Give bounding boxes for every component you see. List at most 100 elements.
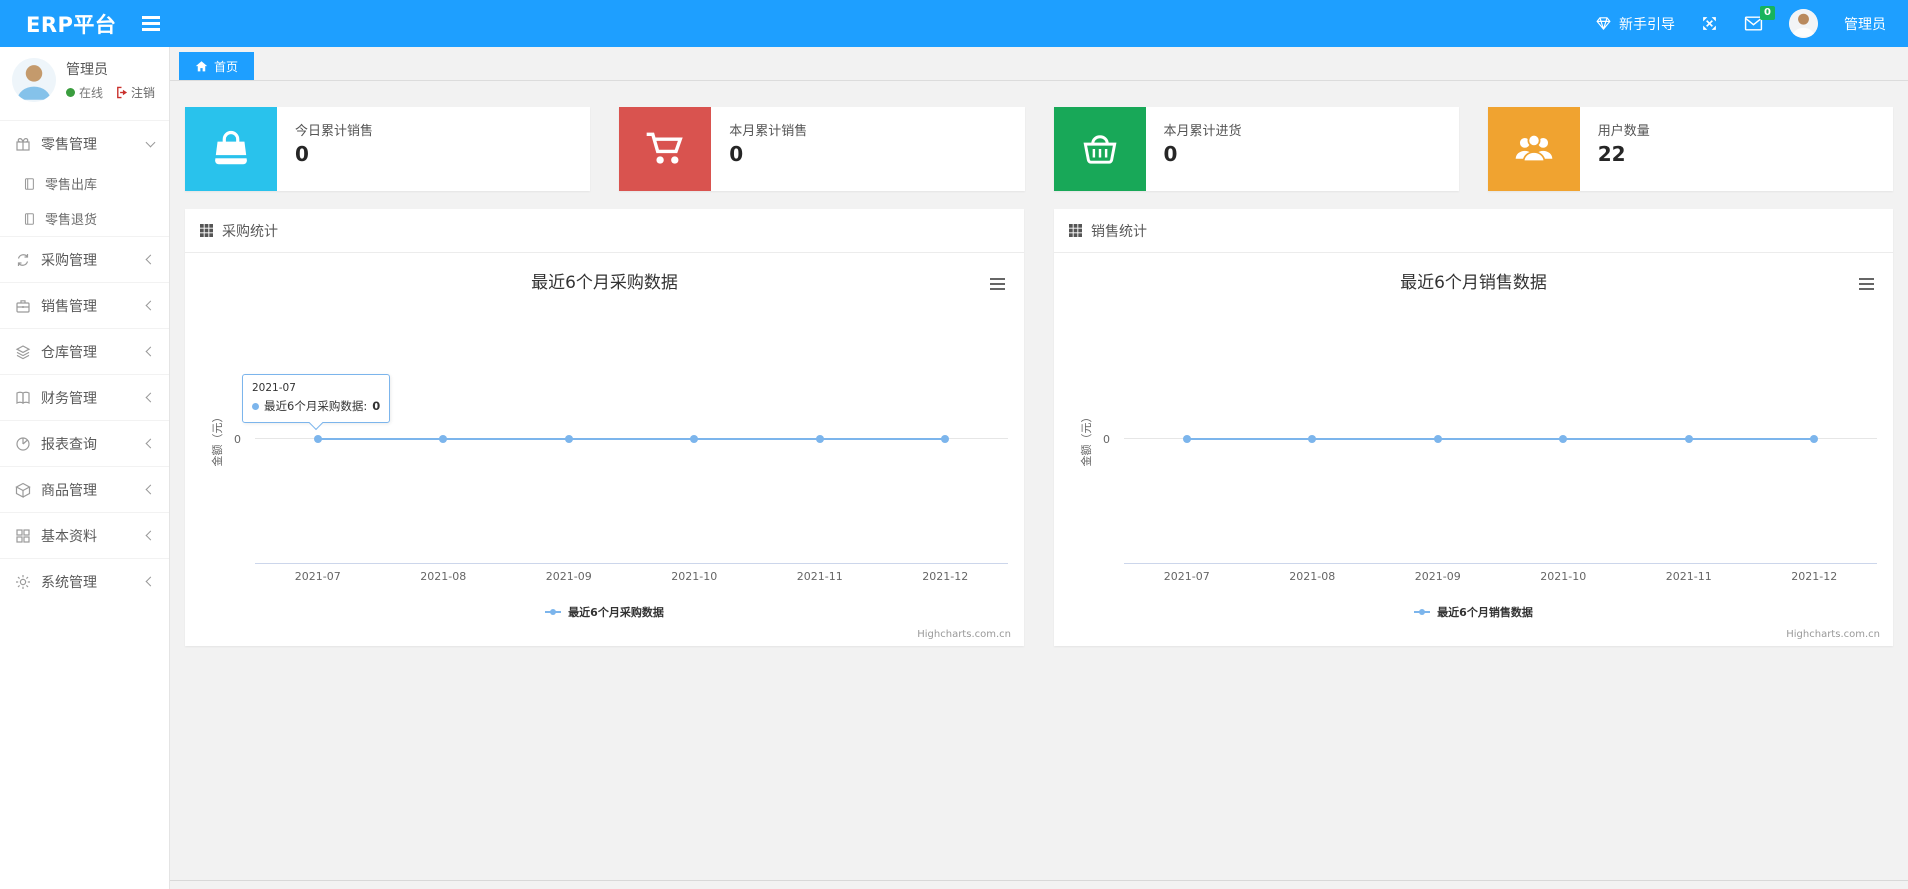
- chevron-left-icon: [145, 300, 156, 311]
- x-axis-label: 2021-09: [1414, 570, 1461, 583]
- data-point[interactable]: [313, 435, 322, 443]
- navbar-username[interactable]: 管理员: [1844, 14, 1886, 34]
- sidebar-item-reports[interactable]: 报表查询: [0, 420, 169, 466]
- stat-label: 本月累计销售: [729, 124, 808, 139]
- highcharts-credit[interactable]: Highcharts.com.cn: [917, 629, 1011, 640]
- logout-button[interactable]: 注销: [115, 84, 155, 101]
- guide-button[interactable]: 新手引导: [1595, 14, 1675, 34]
- sidebar-item-warehouse[interactable]: 仓库管理: [0, 328, 169, 374]
- data-point[interactable]: [564, 435, 573, 443]
- messages-button[interactable]: 0: [1744, 6, 1775, 32]
- sidebar-item-label: 财务管理: [41, 390, 97, 407]
- stat-card-month-purchase: 本月累计进货 0: [1053, 107, 1459, 191]
- series-row: [1124, 435, 1877, 443]
- sidebar-item-label: 仓库管理: [41, 344, 97, 361]
- fullscreen-icon: [1703, 17, 1716, 30]
- chevron-left-icon: [145, 254, 156, 265]
- stat-icon-block: [1487, 107, 1580, 191]
- data-point[interactable]: [1182, 435, 1191, 443]
- chevron-left-icon: [145, 346, 156, 357]
- sidebar-item-retail-out[interactable]: 零售出库: [0, 166, 169, 201]
- shopping-bag-icon: [215, 130, 247, 165]
- sidebar-item-label: 基本资料: [41, 528, 97, 545]
- x-axis-label: 2021-08: [420, 570, 467, 583]
- sidebar-item-retail[interactable]: 零售管理: [0, 120, 169, 166]
- sidebar-item-label: 系统管理: [41, 574, 97, 591]
- sign-out-icon: [117, 86, 128, 99]
- data-point[interactable]: [439, 435, 448, 443]
- book-icon: [15, 390, 31, 406]
- legend-line-marker: [545, 609, 562, 615]
- legend-item[interactable]: 最近6个月销售数据: [1054, 604, 1893, 620]
- cart-icon: [646, 132, 683, 164]
- chart-context-menu-button[interactable]: [1854, 273, 1878, 295]
- panel-header: 销售统计: [1054, 209, 1893, 253]
- sidebar-toggle-icon[interactable]: [142, 13, 161, 34]
- dashboard-content: 今日累计销售 0 本月累计销售 0 本月累计进货 0 用户数量 22 采购统计 …: [170, 81, 1908, 646]
- chart-tooltip: 2021-07 最近6个月采购数据: 0: [242, 374, 391, 431]
- chart-title: 最近6个月采购数据: [531, 273, 678, 293]
- notebook-icon: [22, 177, 36, 191]
- data-point[interactable]: [1308, 435, 1317, 443]
- chevron-left-icon: [145, 392, 156, 403]
- stat-value: 0: [1163, 142, 1178, 166]
- chart-context-menu-button[interactable]: [985, 273, 1009, 295]
- main-area: 首页 今日累计销售 0 本月累计销售 0 本月累计进货 0 用户数量 22 采购…: [170, 47, 1908, 889]
- gem-icon: [1595, 15, 1612, 32]
- tooltip-series-bullet: [252, 402, 259, 410]
- tab-strip: 首页: [170, 47, 1908, 81]
- app-brand: ERP平台: [26, 12, 117, 37]
- sidebar-menu: 零售管理 零售出库 零售退货 采购管理 销售管理 仓库管理 财务管理 报表查询 …: [0, 120, 169, 604]
- x-axis-labels: 2021-07 2021-08 2021-09 2021-10 2021-11 …: [255, 570, 1008, 583]
- sidebar-item-retail-return[interactable]: 零售退货: [0, 201, 169, 236]
- panel-title: 采购统计: [222, 223, 278, 240]
- tooltip-arrow: [308, 415, 324, 431]
- x-axis-label: 2021-10: [671, 570, 718, 583]
- purchase-chart-panel: 采购统计 最近6个月采购数据 金额（元） 0 2021-07 最近6个月采购数据…: [185, 209, 1024, 646]
- gift-icon: [15, 136, 31, 152]
- sidebar-item-goods[interactable]: 商品管理: [0, 466, 169, 512]
- sidebar-item-finance[interactable]: 财务管理: [0, 374, 169, 420]
- x-axis-labels: 2021-07 2021-08 2021-09 2021-10 2021-11 …: [1124, 570, 1877, 583]
- stat-card-today-sales: 今日累计销售 0: [185, 107, 591, 191]
- chart-title: 最近6个月销售数据: [1400, 273, 1547, 293]
- online-status-label: 在线: [79, 86, 104, 100]
- tab-home-label: 首页: [214, 59, 239, 74]
- sidebar-item-sales[interactable]: 销售管理: [0, 282, 169, 328]
- data-point[interactable]: [1433, 435, 1442, 443]
- sidebar-item-purchase[interactable]: 采购管理: [0, 236, 169, 282]
- data-point[interactable]: [1559, 435, 1568, 443]
- sidebar: 管理员 在线 注销 零售管理 零售出库 零售退货 采购管理 销售管理 仓库管理 …: [0, 47, 170, 889]
- online-status-icon: [66, 88, 75, 97]
- tab-home[interactable]: 首页: [179, 52, 255, 80]
- highcharts-credit[interactable]: Highcharts.com.cn: [1786, 629, 1880, 640]
- legend-line-marker: [1414, 609, 1431, 615]
- stat-label: 本月累计进货: [1163, 124, 1242, 139]
- tooltip-value: 0: [372, 399, 381, 413]
- pie-chart-icon: [15, 436, 31, 452]
- sales-chart-panel: 销售统计 最近6个月销售数据 金额（元） 0 2021-07 2021-08 2…: [1054, 209, 1893, 646]
- guide-label: 新手引导: [1619, 16, 1675, 33]
- stat-value: 0: [729, 142, 744, 166]
- x-axis-label: 2021-07: [294, 570, 341, 583]
- y-tick-label: 0: [1103, 433, 1110, 446]
- navbar-avatar[interactable]: [1789, 9, 1818, 38]
- data-point[interactable]: [1684, 435, 1693, 443]
- sidebar-item-label: 销售管理: [41, 298, 97, 315]
- x-axis-label: 2021-07: [1163, 570, 1210, 583]
- sales-chart: 最近6个月销售数据 金额（元） 0 2021-07 2021-08 2021-0…: [1054, 253, 1893, 645]
- sidebar-item-basic-data[interactable]: 基本资料: [0, 512, 169, 558]
- x-axis-label: 2021-09: [545, 570, 592, 583]
- sidebar-item-system[interactable]: 系统管理: [0, 558, 169, 604]
- fullscreen-button[interactable]: [1701, 15, 1718, 32]
- data-point[interactable]: [1810, 435, 1819, 443]
- user-name: 管理员: [66, 62, 108, 78]
- legend-label: 最近6个月采购数据: [568, 606, 664, 619]
- data-point[interactable]: [690, 435, 699, 443]
- data-point[interactable]: [815, 435, 824, 443]
- tooltip-series-label: 最近6个月采购数据:: [264, 399, 368, 413]
- stats-row: 今日累计销售 0 本月累计销售 0 本月累计进货 0 用户数量 22: [185, 107, 1893, 191]
- data-point[interactable]: [941, 435, 950, 443]
- gear-icon: [15, 574, 31, 590]
- legend-item[interactable]: 最近6个月采购数据: [185, 604, 1024, 620]
